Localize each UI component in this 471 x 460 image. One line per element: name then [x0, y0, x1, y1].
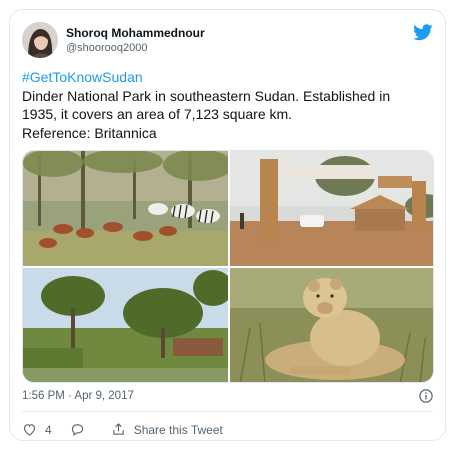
avatar-image: [22, 22, 58, 58]
hashtag-link[interactable]: #GetToKnowSudan: [22, 68, 432, 87]
avatar[interactable]: [22, 22, 58, 58]
heart-icon: [23, 424, 36, 436]
likes-count: 4: [45, 422, 52, 437]
media-photo-park-gate[interactable]: [230, 151, 433, 266]
tweet-actions: 4 Share this Tweet: [22, 422, 241, 437]
tweet-timestamp[interactable]: 1:56 PM · Apr 9, 2017: [22, 390, 134, 402]
media-grid: [22, 150, 434, 383]
like-button[interactable]: 4: [22, 422, 52, 437]
tweet-body: #GetToKnowSudan Dinder National Park in …: [22, 68, 432, 142]
reply-button[interactable]: [70, 422, 93, 437]
twitter-bird-icon[interactable]: [413, 24, 433, 41]
media-photo-lioness[interactable]: [230, 268, 433, 382]
share-button[interactable]: Share this Tweet: [111, 422, 223, 437]
share-icon: [112, 423, 124, 435]
author-handle[interactable]: @shoorooq2000: [66, 42, 148, 54]
media-photo-trees-river[interactable]: [23, 268, 228, 382]
info-icon[interactable]: [419, 389, 433, 403]
author-name[interactable]: Shoroq Mohammednour: [66, 26, 205, 40]
tweet-embed-card[interactable]: Shoroq Mohammednour @shoorooq2000 #GetTo…: [9, 9, 446, 441]
share-label: Share this Tweet: [133, 422, 223, 437]
tweet-text: Dinder National Park in southeastern Sud…: [22, 87, 391, 141]
reply-bubble-icon: [71, 424, 83, 436]
media-photo-antelopes[interactable]: [23, 151, 228, 266]
divider: [22, 411, 433, 412]
